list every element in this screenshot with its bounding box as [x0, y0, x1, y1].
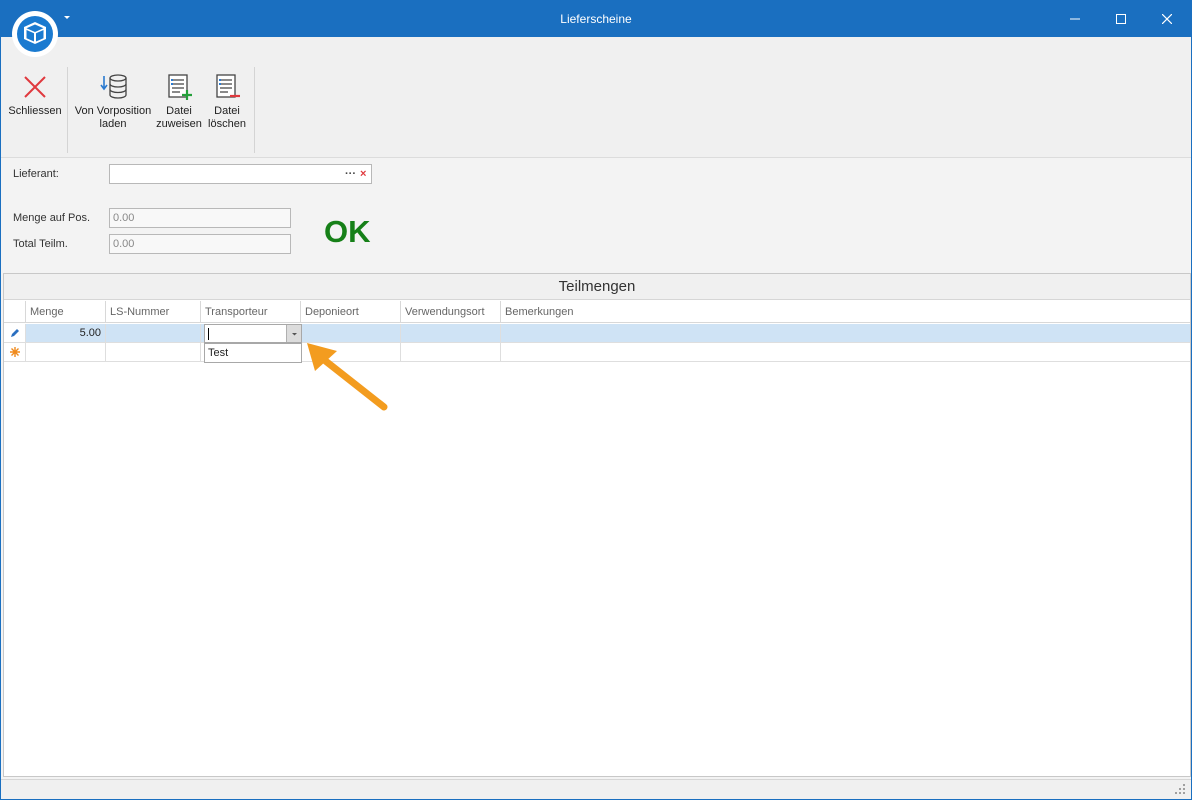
datei-loeschen-label-line1: Datei [214, 105, 240, 117]
von-vorposition-laden-button[interactable]: Von Vorposition laden [73, 73, 153, 131]
cell-ls-nummer[interactable] [106, 343, 201, 362]
cell-menge[interactable]: 5.00 [26, 324, 106, 343]
menge-auf-pos-field: 0.00 [109, 208, 291, 228]
column-header-bemerkungen[interactable]: Bemerkungen [501, 301, 1190, 323]
datei-zuweisen-label-line1: Datei [166, 105, 192, 117]
app-menu-button[interactable] [12, 11, 58, 57]
total-teilm-field: 0.00 [109, 234, 291, 254]
dropdown-option[interactable]: Test [204, 343, 302, 363]
column-header-deponieort[interactable]: Deponieort [301, 301, 401, 323]
column-header-menge[interactable]: Menge [26, 301, 106, 323]
status-ok-text: OK [324, 214, 371, 249]
cell-menge[interactable] [26, 343, 106, 362]
cell-bemerkungen[interactable] [501, 324, 1190, 343]
datei-loeschen-button[interactable]: Datei löschen [205, 73, 249, 131]
column-header-transporteur[interactable]: Transporteur [201, 301, 301, 323]
chevron-down-icon [292, 333, 297, 336]
teilmengen-grid: Teilmengen Menge LS-Nummer Transporteur … [3, 273, 1191, 777]
ribbon-separator [254, 67, 255, 153]
cell-ls-nummer[interactable] [106, 324, 201, 343]
ribbon-toolbar: Schliessen Von Vorposition laden Datei z… [1, 37, 1191, 158]
title-bar: Lieferscheine [1, 1, 1191, 37]
window-title: Lieferscheine [560, 12, 632, 26]
cell-verwendungsort[interactable] [401, 324, 501, 343]
total-teilm-label: Total Teilm. [13, 238, 68, 250]
row-indicator-header [4, 301, 26, 323]
menge-auf-pos-label: Menge auf Pos. [13, 212, 91, 224]
status-bar [1, 779, 1191, 799]
minimize-icon [1070, 18, 1080, 20]
schliessen-button[interactable]: Schliessen [7, 73, 63, 118]
transporteur-combobox[interactable] [204, 324, 302, 343]
box-logo-icon [24, 22, 46, 44]
datei-loeschen-label-line2: löschen [208, 118, 246, 130]
maximize-icon [1116, 14, 1126, 24]
ribbon-separator [67, 67, 68, 153]
minimize-button[interactable] [1052, 1, 1098, 37]
resize-grip-icon[interactable] [1175, 784, 1185, 794]
new-row-star-icon [10, 347, 20, 357]
cell-bemerkungen[interactable] [501, 343, 1190, 362]
datei-zuweisen-label-line2: zuweisen [156, 118, 202, 130]
quick-access-dropdown-icon[interactable] [63, 13, 71, 21]
row-indicator [4, 324, 26, 343]
file-add-icon [165, 73, 193, 101]
main-window: Lieferscheine Schliessen Von Vorposition… [0, 0, 1192, 800]
von-vorposition-label-line2: laden [99, 118, 127, 130]
maximize-button[interactable] [1098, 1, 1144, 37]
pencil-edit-icon [11, 329, 19, 337]
text-caret [208, 328, 209, 340]
close-x-icon [21, 73, 49, 101]
annotation-arrow-icon [307, 343, 388, 411]
window-close-button[interactable] [1144, 1, 1190, 37]
datei-zuweisen-button[interactable]: Datei zuweisen [155, 73, 203, 131]
column-header-verwendungsort[interactable]: Verwendungsort [401, 301, 501, 323]
combobox-dropdown-button[interactable] [286, 325, 301, 342]
row-indicator [4, 343, 26, 362]
close-icon [1162, 14, 1172, 24]
von-vorposition-label-line1: Von Vorposition [74, 105, 152, 117]
lieferant-field[interactable]: ··· × [109, 164, 372, 184]
column-header-ls-nummer[interactable]: LS-Nummer [106, 301, 201, 323]
schliessen-label: Schliessen [8, 105, 62, 117]
database-load-icon [99, 73, 127, 101]
clear-x-button[interactable]: × [360, 168, 366, 180]
browse-ellipsis-button[interactable]: ··· [345, 168, 356, 180]
lieferant-label: Lieferant: [13, 168, 59, 180]
cell-verwendungsort[interactable] [401, 343, 501, 362]
file-delete-icon [213, 73, 241, 101]
grid-caption: Teilmengen [4, 274, 1190, 300]
